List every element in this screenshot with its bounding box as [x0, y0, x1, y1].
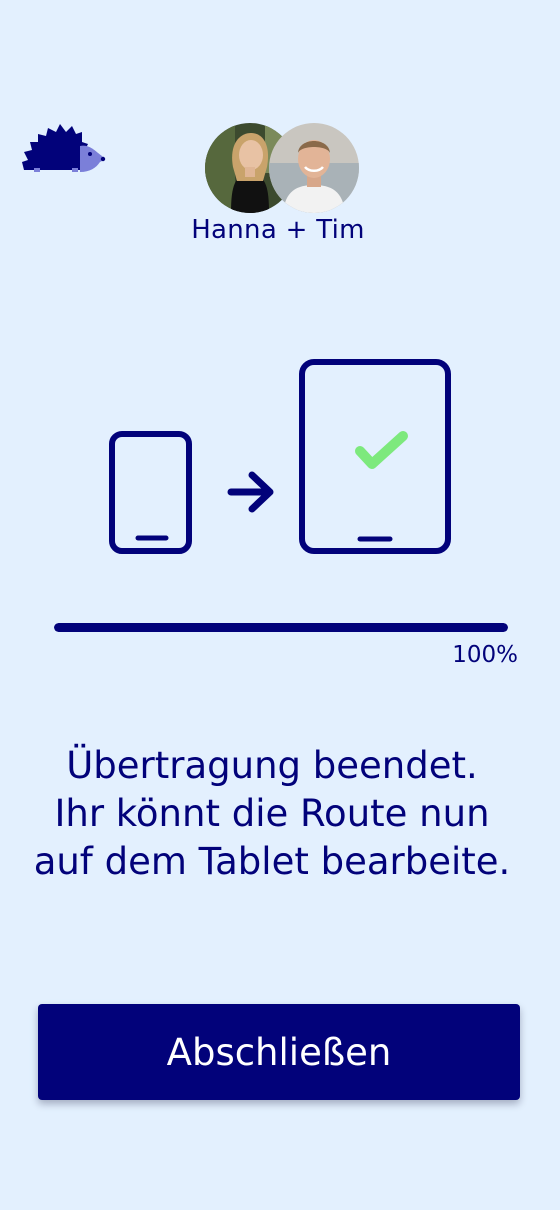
hedgehog-logo-icon: [20, 122, 106, 176]
phone-icon: [109, 431, 192, 554]
checkmark-icon: [355, 431, 408, 469]
status-message-line: auf dem Tablet bearbeite.: [33, 840, 511, 883]
arrow-right-icon: [227, 471, 274, 513]
participant-avatars: [205, 123, 361, 215]
progress-percentage: 100%: [452, 642, 518, 668]
progress-bar: [54, 623, 508, 632]
finish-button[interactable]: Abschließen: [38, 1004, 520, 1100]
progress-bar-fill: [54, 623, 508, 632]
avatar-tim: [269, 123, 359, 213]
status-message-line: Übertragung beendet.: [66, 744, 478, 787]
status-message: Übertragung beendet. Ihr könnt die Route…: [0, 742, 544, 886]
participants-label: Hanna + Tim: [191, 215, 365, 245]
transfer-illustration: [109, 359, 451, 554]
status-message-line: Ihr könnt die Route nun: [54, 792, 490, 835]
